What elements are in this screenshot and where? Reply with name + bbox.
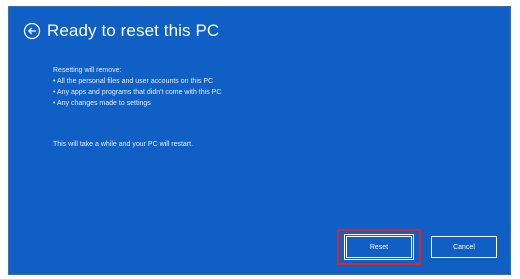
- reset-pc-dialog: Ready to reset this PC Resetting will re…: [8, 6, 511, 275]
- back-arrow-icon[interactable]: [23, 22, 41, 40]
- body-line-apps: • Any apps and programs that didn't come…: [53, 89, 222, 96]
- dialog-body: Resetting will remove: • All the persona…: [53, 65, 221, 109]
- cancel-button[interactable]: Cancel: [431, 236, 497, 258]
- body-line-settings: • Any changes made to settings: [53, 100, 151, 107]
- restart-note: This will take a while and your PC will …: [53, 141, 194, 148]
- body-line-intro: Resetting will remove:: [53, 67, 122, 74]
- body-line-files: • All the personal files and user accoun…: [53, 78, 214, 85]
- dialog-header: Ready to reset this PC: [23, 21, 219, 41]
- reset-button[interactable]: Reset: [344, 234, 414, 260]
- dialog-title: Ready to reset this PC: [47, 21, 220, 40]
